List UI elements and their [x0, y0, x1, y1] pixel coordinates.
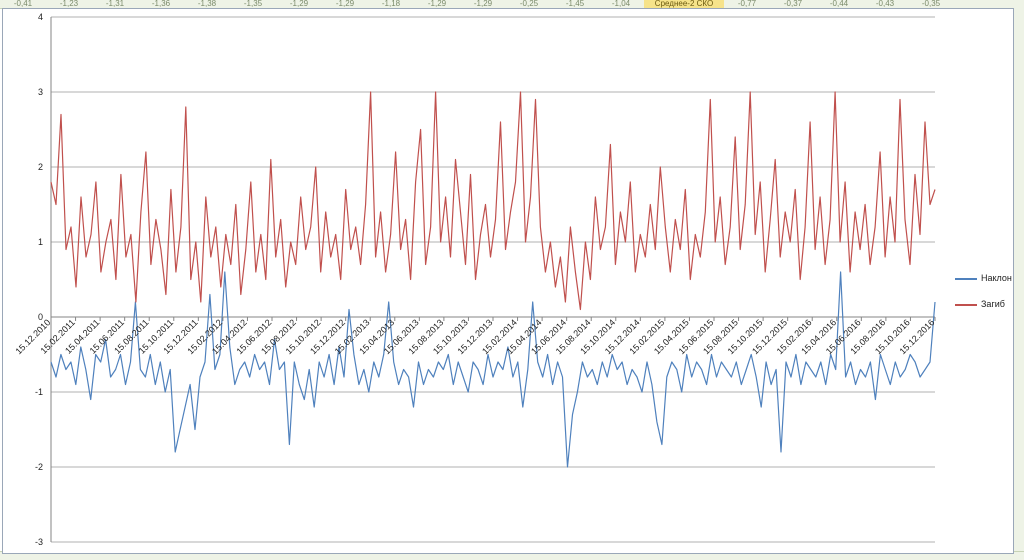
sheet-cell: Среднее-2 СКО — [644, 0, 724, 8]
sheet-cell: -1,38 — [197, 0, 217, 8]
sheet-cell: -1,29 — [427, 0, 447, 8]
legend-label: Наклон — [981, 273, 1012, 283]
legend-swatch — [955, 303, 977, 306]
sheet-cell: -0,37 — [783, 0, 803, 8]
sheet-cell: -0,77 — [737, 0, 757, 8]
sheet-cell: -1,04 — [611, 0, 631, 8]
sheet-cell: -1,31 — [105, 0, 125, 8]
legend: Наклон Загиб — [955, 271, 1024, 323]
sheet-cell: -0,25 — [519, 0, 539, 8]
sheet-cell: -1,36 — [151, 0, 171, 8]
sheet-cell: -1,18 — [381, 0, 401, 8]
legend-swatch — [955, 277, 977, 280]
y-tick-label: -1 — [35, 387, 43, 397]
legend-item: Наклон — [955, 271, 1024, 285]
y-tick-label: 1 — [38, 237, 43, 247]
y-tick-label: -2 — [35, 462, 43, 472]
sheet-cell: -0,43 — [875, 0, 895, 8]
sheet-cell: -1,23 — [59, 0, 79, 8]
y-tick-label: 4 — [38, 12, 43, 22]
chart-area[interactable]: -3 -2 -1 0 1 2 3 4 15.12.2010 15.02.2011 15.04.201… — [2, 8, 1014, 554]
legend-item: Загиб — [955, 297, 1024, 311]
sheet-cell: -1,45 — [565, 0, 585, 8]
y-tick-label: 3 — [38, 87, 43, 97]
series-line-zagib — [50, 91, 936, 311]
legend-label: Загиб — [981, 299, 1005, 309]
y-tick-label: -3 — [35, 537, 43, 547]
sheet-cell: -0,44 — [829, 0, 849, 8]
sheet-cell: -1,35 — [243, 0, 263, 8]
sheet-cell: -0,35 — [921, 0, 941, 8]
y-tick-label: 2 — [38, 162, 43, 172]
sheet-cell: -1,29 — [335, 0, 355, 8]
sheet-cell: -0,41 — [13, 0, 33, 8]
series-line-naklon — [50, 271, 936, 468]
line-chart: -3-2-10123415.12.201015.02.201115.04.201… — [13, 12, 936, 547]
sheet-cell: -1,29 — [473, 0, 493, 8]
sheet-cell: -1,29 — [289, 0, 309, 8]
